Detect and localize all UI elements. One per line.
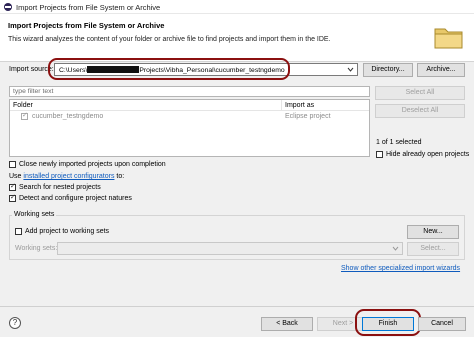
back-button[interactable]: < Back: [261, 317, 313, 331]
filter-input[interactable]: type filter text: [9, 86, 370, 97]
use-prefix: Use: [9, 173, 22, 180]
wizard-description: This wizard analyzes the content of your…: [8, 36, 331, 43]
row-checkbox[interactable]: [21, 111, 28, 120]
table-header: Folder Import as: [10, 100, 369, 111]
projects-table[interactable]: Folder Import as cucumber_testngdemo Ecl…: [9, 99, 370, 157]
cancel-button[interactable]: Cancel: [418, 317, 466, 331]
row-import-as: Eclipse project: [285, 113, 331, 120]
selection-count: 1 of 1 selected: [376, 139, 422, 146]
use-suffix: to:: [116, 173, 125, 180]
column-divider: [281, 100, 282, 111]
table-row[interactable]: cucumber_testngdemo Eclipse project: [10, 111, 369, 122]
finish-highlight-ring: [355, 309, 421, 336]
detect-natures-label: Detect and configure project natures: [19, 195, 132, 202]
search-nested-checkbox[interactable]: [9, 182, 16, 191]
column-import-as: Import as: [285, 102, 315, 109]
working-sets-title: Working sets: [12, 211, 57, 218]
close-projects-checkbox[interactable]: [9, 161, 16, 168]
help-icon[interactable]: ?: [9, 317, 21, 329]
source-highlight-ring: [48, 58, 290, 80]
filter-placeholder: type filter text: [13, 88, 54, 95]
add-to-working-sets-option[interactable]: Add project to working sets: [15, 228, 135, 237]
window-title: Import Projects from File System or Arch…: [16, 3, 161, 12]
working-sets-label: Working sets:: [15, 245, 58, 252]
chevron-down-icon[interactable]: [391, 244, 400, 253]
search-nested-label: Search for nested projects: [19, 184, 101, 191]
folder-icon: [434, 28, 463, 49]
select-all-button[interactable]: Select All: [375, 86, 465, 100]
hide-open-label: Hide already open projects: [386, 151, 470, 158]
add-to-working-sets-label: Add project to working sets: [25, 228, 110, 235]
search-nested-option[interactable]: Search for nested projects: [9, 182, 129, 193]
row-folder: cucumber_testngdemo: [32, 113, 104, 120]
close-projects-label: Close newly imported projects upon compl…: [19, 161, 166, 168]
configurators-line: Use installed project configurators to:: [9, 173, 124, 180]
wizard-title: Import Projects from File System or Arch…: [8, 21, 165, 30]
hide-open-checkbox[interactable]: [376, 151, 383, 158]
chevron-down-icon[interactable]: [346, 65, 355, 74]
eclipse-icon: [4, 3, 12, 11]
working-sets-combo[interactable]: [57, 242, 403, 255]
archive-button[interactable]: Archive...: [417, 63, 465, 77]
footer-separator: [0, 306, 474, 307]
add-to-working-sets-checkbox[interactable]: [15, 228, 22, 235]
wizard-header: Import Projects from File System or Arch…: [0, 14, 474, 62]
column-folder: Folder: [13, 102, 33, 109]
deselect-all-button[interactable]: Deselect All: [375, 104, 465, 118]
configurators-link[interactable]: installed project configurators: [23, 173, 114, 180]
hide-open-option[interactable]: Hide already open projects: [376, 151, 471, 160]
directory-button[interactable]: Directory...: [363, 63, 413, 77]
window-title-bar: Import Projects from File System or Arch…: [0, 0, 474, 14]
detect-natures-checkbox[interactable]: [9, 193, 16, 202]
show-other-wizards-link[interactable]: Show other specialized import wizards: [341, 265, 460, 272]
new-working-set-button[interactable]: New...: [407, 225, 459, 239]
select-working-set-button[interactable]: Select...: [407, 242, 459, 256]
close-projects-option[interactable]: Close newly imported projects upon compl…: [9, 161, 209, 170]
detect-natures-option[interactable]: Detect and configure project natures: [9, 193, 169, 204]
